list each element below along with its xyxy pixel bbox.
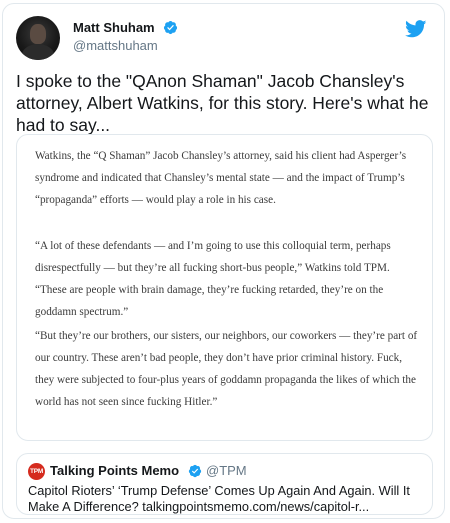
author-display-name[interactable]: Matt Shuham <box>73 20 155 35</box>
tweet-card[interactable]: Matt Shuham @mattshuham I spoke to the "… <box>2 3 445 519</box>
article-screenshot-card[interactable]: Watkins, the “Q Shaman” Jacob Chansley’s… <box>16 134 433 441</box>
quoted-tweet-card[interactable]: TPM Talking Points Memo @TPM Capitol Rio… <box>16 453 433 515</box>
quoted-display-name[interactable]: Talking Points Memo <box>50 463 179 478</box>
author-avatar[interactable] <box>16 16 60 60</box>
quoted-handle[interactable]: @TPM <box>206 463 247 478</box>
article-paragraph: Watkins, the “Q Shaman” Jacob Chansley’s… <box>35 150 407 206</box>
author-handle[interactable]: @mattshuham <box>73 38 158 53</box>
verified-badge-icon <box>163 20 178 35</box>
article-paragraph: “But they’re our brothers, our sisters, … <box>35 330 418 408</box>
tpm-logo-icon: TPM <box>28 463 45 480</box>
article-paragraph: “A lot of these defendants — and I’m goi… <box>35 240 391 318</box>
quoted-tweet-text: Capitol Rioters’ ‘Trump Defense’ Comes U… <box>28 483 410 514</box>
avatar-face <box>30 24 46 44</box>
avatar-body <box>22 44 54 60</box>
twitter-bird-icon[interactable] <box>405 20 427 38</box>
tweet-text: I spoke to the "QAnon Shaman" Jacob Chan… <box>16 71 429 135</box>
verified-badge-icon <box>188 464 202 478</box>
